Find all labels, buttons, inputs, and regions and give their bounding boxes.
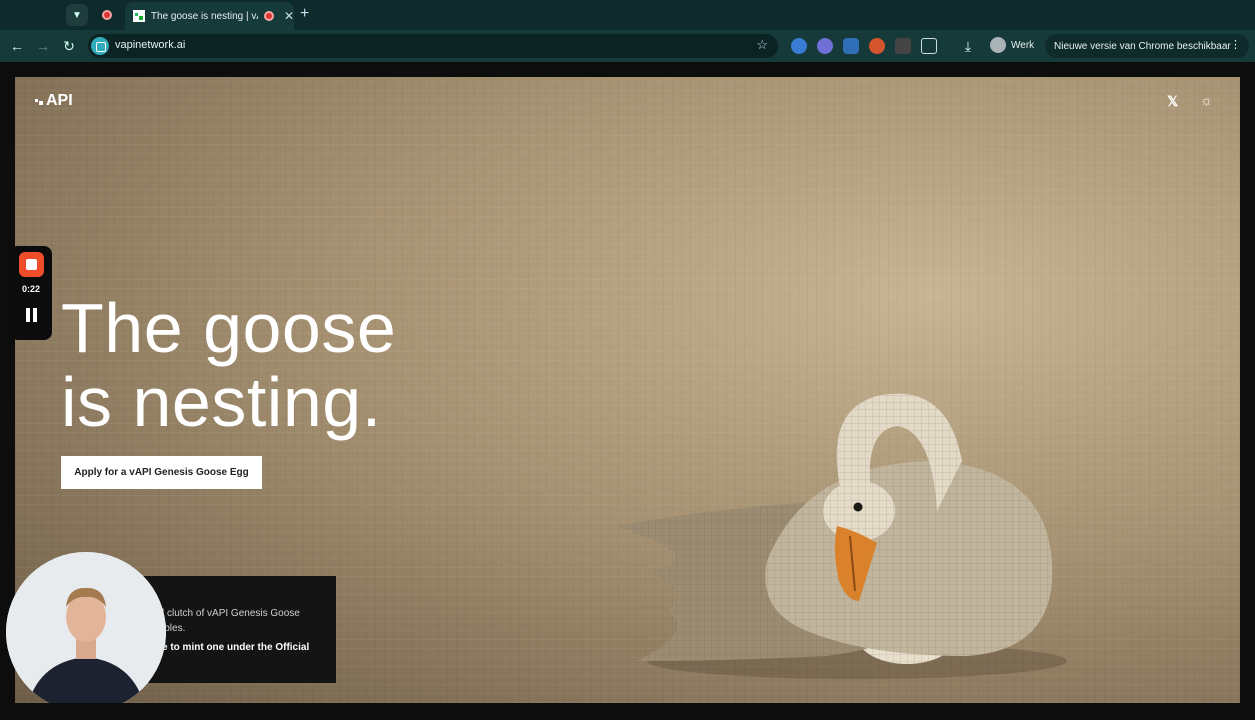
webcam-overlay[interactable] <box>6 552 166 712</box>
new-tab-button[interactable]: + <box>300 5 309 23</box>
screen-recorder-widget: 0:22 <box>10 246 52 340</box>
profile-name: Werk <box>1011 39 1035 51</box>
browser-toolbar: ← → ↻ vapinetwork.ai ☆ ⤓ Werk Nieuwe ver… <box>0 30 1255 62</box>
logo-text: API <box>46 92 73 109</box>
page-content: API 𝕏 ☼ The goose is nesting. Apply for … <box>15 77 1240 703</box>
kebab-menu-icon[interactable]: ⋮ <box>1230 38 1241 51</box>
chrome-update-button[interactable]: Nieuwe versie van Chrome beschikbaar ⋮ <box>1045 34 1249 58</box>
profile-button[interactable]: Werk <box>990 37 1034 53</box>
tab-search-button[interactable]: ▼ <box>66 4 88 26</box>
extension-5-icon[interactable] <box>895 38 911 54</box>
apply-egg-button[interactable]: Apply for a vAPI Genesis Goose Egg <box>61 456 262 489</box>
recording-timer: 0:22 <box>21 284 40 294</box>
pinned-tab-recording[interactable] <box>96 4 118 26</box>
hero-title-line-1: The goose <box>61 289 397 367</box>
tab-recording-icon <box>264 11 274 21</box>
info-line-2: ibles. <box>162 623 186 634</box>
hero-title: The goose is nesting. <box>61 291 396 439</box>
window-bottom-edge <box>0 703 1255 720</box>
extension-1-icon[interactable] <box>791 38 807 54</box>
info-line-3: e to mint one under the Official <box>162 642 310 653</box>
address-bar[interactable]: vapinetwork.ai ☆ <box>88 34 778 58</box>
presenter-video <box>6 552 166 712</box>
theme-toggle-icon[interactable]: ☼ <box>1200 92 1213 108</box>
logo-mark-icon <box>35 97 45 105</box>
reload-button[interactable]: ↻ <box>60 37 78 55</box>
tab-strip: ▼ The goose is nesting | vAPI ✕ + <box>0 0 1255 30</box>
url-text: vapinetwork.ai <box>115 39 186 51</box>
x-social-icon[interactable]: 𝕏 <box>1167 93 1178 110</box>
close-tab-icon[interactable]: ✕ <box>284 9 294 23</box>
tab-title: The goose is nesting | vAPI <box>150 10 258 22</box>
hero-title-line-2: is nesting. <box>61 363 382 441</box>
forward-button[interactable]: → <box>34 37 52 55</box>
vapi-favicon-icon <box>133 10 145 22</box>
info-line-1: l clutch of vAPI Genesis Goose <box>162 608 300 619</box>
site-info-icon[interactable] <box>91 37 109 55</box>
pause-icon[interactable] <box>26 308 37 322</box>
record-icon <box>102 10 112 20</box>
goose-illustration <box>617 393 1067 679</box>
back-button[interactable]: ← <box>8 37 26 55</box>
extension-3-icon[interactable] <box>843 38 859 54</box>
chevron-down-icon: ▼ <box>72 9 82 21</box>
eye <box>853 502 863 512</box>
extension-2-icon[interactable] <box>817 38 833 54</box>
vapi-logo[interactable]: API <box>35 92 73 110</box>
tab-active[interactable]: The goose is nesting | vAPI ✕ <box>125 2 294 30</box>
download-icon[interactable]: ⤓ <box>959 37 977 55</box>
update-notice-text: Nieuwe versie van Chrome beschikbaar <box>1054 40 1231 52</box>
extensions-puzzle-icon[interactable] <box>921 38 937 54</box>
avatar <box>990 37 1006 53</box>
stop-recording-button[interactable] <box>19 252 44 277</box>
bookmark-star-icon[interactable]: ☆ <box>756 37 768 53</box>
extension-4-icon[interactable] <box>869 38 885 54</box>
